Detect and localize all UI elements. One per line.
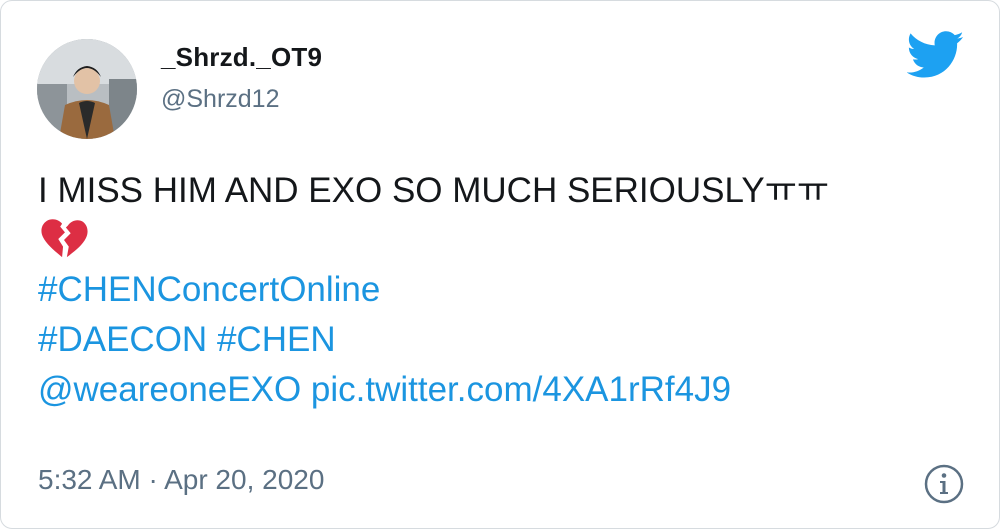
mention-weareoneexo[interactable]: @weareoneEXO: [38, 370, 301, 409]
tweet-date: Apr 20, 2020: [164, 464, 325, 495]
hashtag-chenconcertonline[interactable]: #CHENConcertOnline: [38, 270, 380, 309]
tweet-time: 5:32 AM: [38, 464, 141, 495]
profile-photo-icon: [37, 39, 137, 139]
hashtag-chen[interactable]: #CHEN: [217, 320, 336, 359]
display-name[interactable]: _Shrzd._OT9: [161, 42, 322, 73]
pic-link[interactable]: pic.twitter.com/4XA1rRf4J9: [311, 370, 731, 409]
twitter-bird-icon[interactable]: [907, 31, 965, 79]
user-handle[interactable]: @Shrzd12: [161, 85, 280, 114]
tweet-emoji-line: [38, 216, 968, 266]
tweet-card: _Shrzd._OT9 @Shrzd12 I MISS HIM AND EXO …: [0, 0, 1000, 529]
broken-heart-icon: [41, 219, 88, 258]
tweet-line-1: I MISS HIM AND EXO SO MUCH SERIOUSLYㅠㅠ: [38, 171, 830, 210]
separator-dot: ·: [148, 464, 158, 495]
avatar[interactable]: [37, 39, 137, 139]
timestamp[interactable]: 5:32 AM · Apr 20, 2020: [38, 464, 324, 496]
tweet-text: I MISS HIM AND EXO SO MUCH SERIOUSLYㅠㅠ #…: [38, 166, 968, 414]
info-icon[interactable]: [923, 463, 965, 505]
hashtag-daecon[interactable]: #DAECON: [38, 320, 207, 359]
